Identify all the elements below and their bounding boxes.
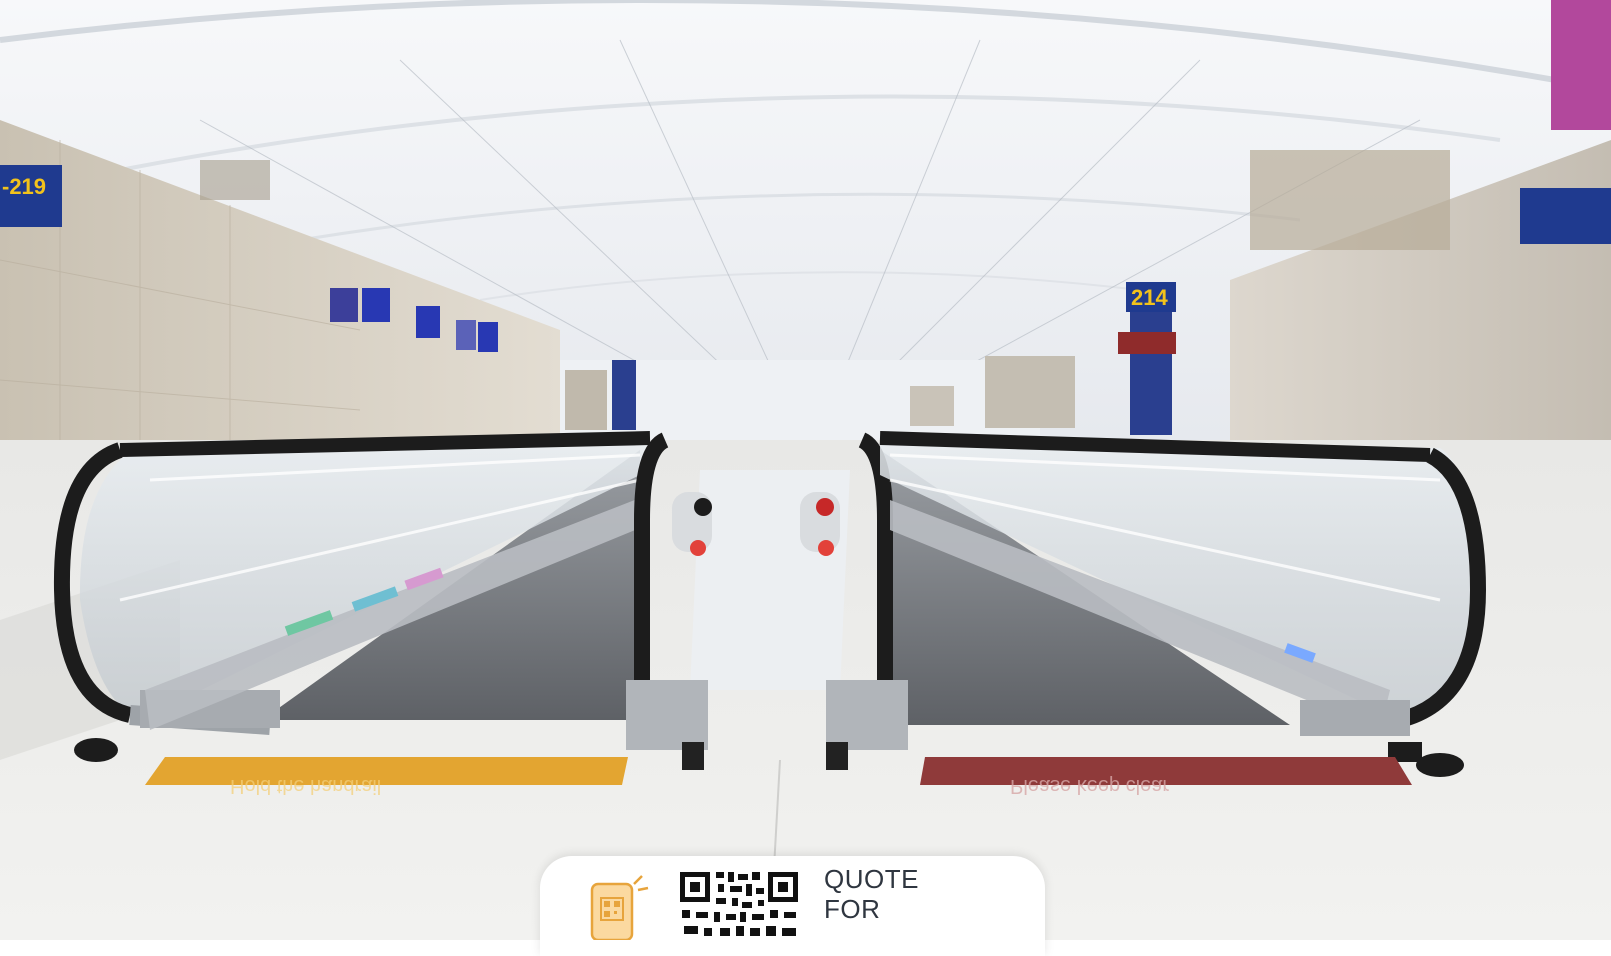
brand-accent-tab[interactable] bbox=[1551, 0, 1611, 130]
quote-label-line2: FOR bbox=[824, 894, 881, 924]
airport-walkway-photo: -219 214 Hold the handrail Please keep c… bbox=[0, 0, 1611, 940]
qr-code-icon bbox=[680, 872, 798, 936]
gate-sign-left-label: -219 bbox=[2, 174, 46, 199]
floor-label-left-text: Hold the handrail bbox=[230, 775, 381, 797]
mobile-qr-scan-icon bbox=[590, 875, 649, 940]
hero-banner: -219 214 Hold the handrail Please keep c… bbox=[0, 0, 1611, 940]
floor-label-right-text: Please keep clear bbox=[1010, 775, 1169, 797]
gate-sign-right-label: 214 bbox=[1131, 285, 1168, 310]
floor-label-left bbox=[145, 757, 628, 785]
quote-card[interactable]: QUOTE FOR bbox=[540, 856, 1045, 956]
quote-label-line1: QUOTE bbox=[824, 864, 919, 894]
quote-label[interactable]: QUOTE FOR bbox=[824, 864, 919, 924]
